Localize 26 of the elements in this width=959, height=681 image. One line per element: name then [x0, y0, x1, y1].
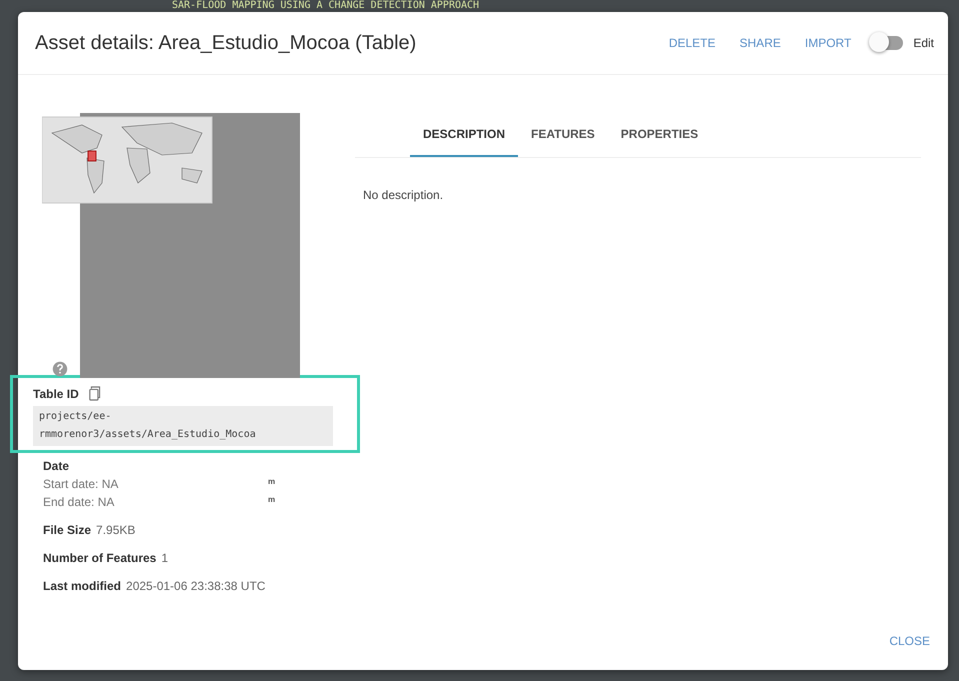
date-text: End date: NA	[43, 495, 116, 509]
field-value: 1	[161, 551, 168, 565]
field-value: 7.95KB	[96, 523, 136, 537]
copy-icon[interactable]	[88, 386, 102, 401]
tab[interactable]: PROPERTIES	[608, 113, 712, 157]
action-button[interactable]: IMPORT	[792, 30, 864, 56]
date-marker: m	[268, 495, 276, 506]
help-icon[interactable]	[52, 361, 68, 377]
date-text: Start date: NA	[43, 477, 120, 491]
field-label: File Size	[43, 523, 92, 537]
table-id-label: Table ID	[33, 386, 79, 400]
field-label: Number of Features	[43, 551, 156, 565]
action-button[interactable]: SHARE	[728, 30, 793, 56]
date-heading: Date	[43, 459, 70, 473]
close-button[interactable]: CLOSE	[877, 628, 942, 654]
description-text: No description.	[363, 188, 444, 202]
field-label: Last modified	[43, 579, 122, 593]
tab[interactable]: DESCRIPTION	[410, 113, 518, 157]
table-id-value: projects/ee-rmmorenor3/assets/Area_Estudio_Mocoa	[33, 406, 333, 446]
tab[interactable]: FEATURES	[518, 113, 608, 157]
dialog-title: Asset details: Area_Estudio_Mocoa (Table)	[35, 32, 416, 54]
toggle-label: Edit	[913, 36, 934, 50]
date-marker: m	[268, 477, 276, 488]
background-heading: SAR-FLOOD MAPPING USING A CHANGE DETECTION APPROACH	[172, 0, 480, 12]
action-button[interactable]: DELETE	[656, 30, 728, 56]
field-value: 2025-01-06 23:38:38 UTC	[126, 579, 266, 593]
